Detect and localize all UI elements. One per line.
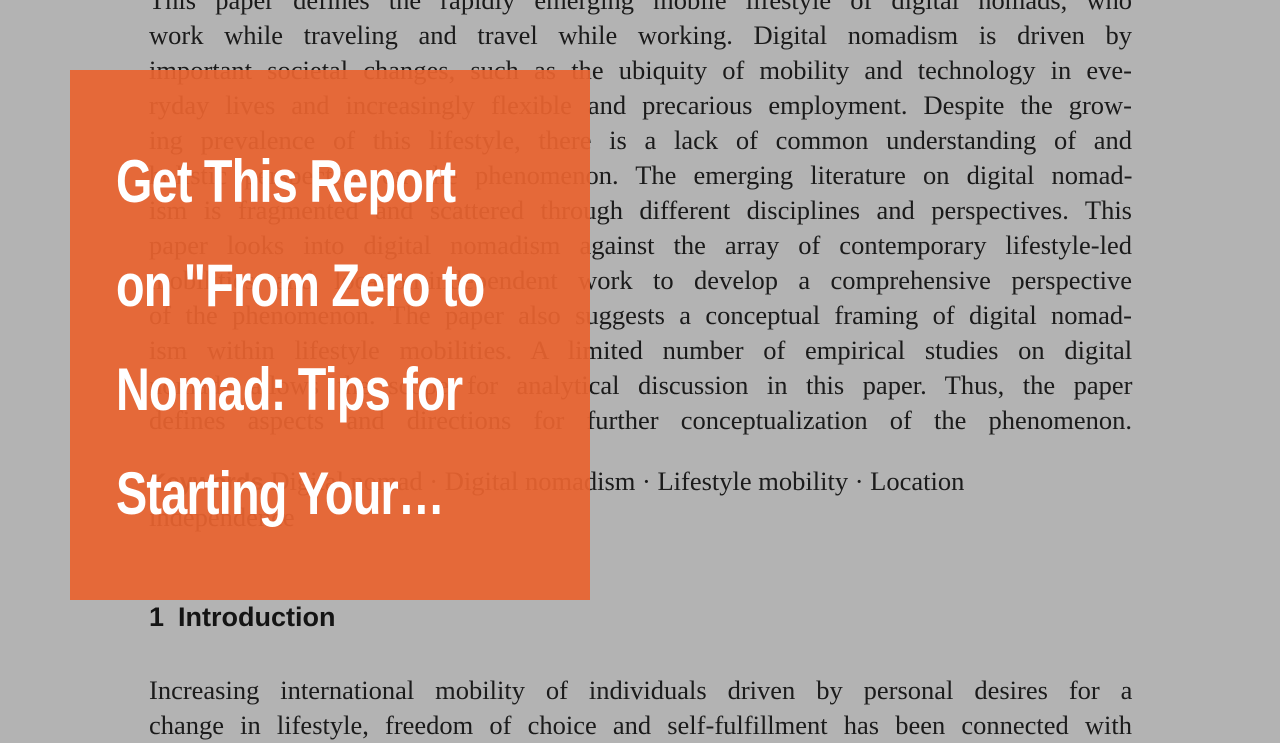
promo-title-line: Starting Your… <box>116 460 445 527</box>
intro-paragraph: Increasing international mobility of ind… <box>149 673 1132 743</box>
intro-line: Increasing international mobility of ind… <box>149 675 1133 705</box>
section-number: 1 <box>149 602 165 632</box>
promo-title[interactable]: Get This Report on "From Zero to Nomad: … <box>116 130 586 546</box>
abstract-line: This paper defines the rapidly emerging … <box>149 0 1132 15</box>
promo-title-line: on "From Zero to <box>116 252 485 319</box>
promo-title-line: Get This Report <box>116 148 456 215</box>
abstract-line: work while traveling and travel while wo… <box>149 20 1132 50</box>
promo-title-line: Nomad: Tips for <box>116 356 463 423</box>
intro-line: change in lifestyle, freedom of choice a… <box>149 710 1132 740</box>
section-title: Introduction <box>178 602 336 632</box>
section-heading: 1 Introduction <box>149 602 336 633</box>
